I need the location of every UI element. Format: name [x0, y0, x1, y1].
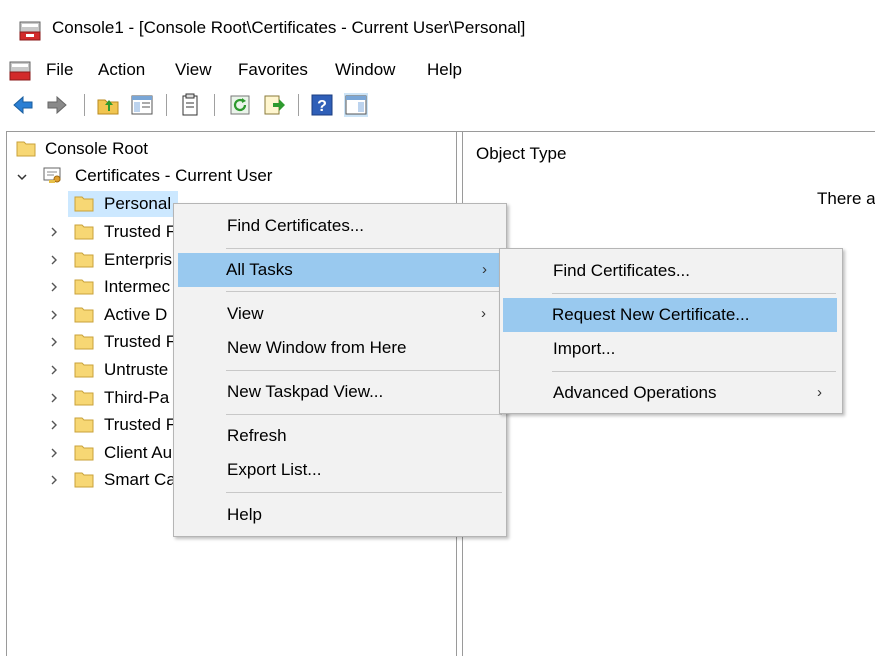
menu-favorites[interactable]: Favorites [238, 60, 308, 80]
tree-item[interactable]: Trusted F [104, 332, 176, 352]
tree-item[interactable]: Trusted F [104, 415, 176, 435]
tree-item-certificates-current-user[interactable]: Certificates - Current User [75, 166, 272, 186]
submenu-import[interactable]: Import... [501, 332, 841, 366]
tree-item-personal[interactable]: Personal [104, 194, 171, 214]
chevron-right-icon[interactable] [48, 474, 60, 486]
tree-item-console-root[interactable]: Console Root [45, 139, 148, 159]
menu-separator [226, 414, 502, 415]
menu-separator [552, 371, 836, 372]
tree-item[interactable]: Active D [104, 305, 167, 325]
menu-separator [552, 293, 836, 294]
help-icon[interactable]: ? [310, 93, 334, 117]
tree-item[interactable]: Intermec [104, 277, 170, 297]
context-menu-all-tasks[interactable]: All Tasks › [178, 253, 500, 287]
menu-file[interactable]: File [46, 60, 73, 80]
up-folder-icon[interactable] [96, 93, 120, 117]
title-bar: Console1 - [Console Root\Certificates - … [0, 0, 875, 54]
properties-icon[interactable] [178, 93, 202, 117]
menu-action[interactable]: Action [98, 60, 145, 80]
context-menu-export-list[interactable]: Export List... [175, 453, 505, 487]
refresh-icon[interactable] [228, 93, 252, 117]
window-title: Console1 - [Console Root\Certificates - … [52, 18, 526, 37]
chevron-right-icon[interactable] [48, 281, 60, 293]
folder-icon [74, 196, 94, 212]
folder-icon [16, 141, 36, 157]
folder-icon [74, 252, 94, 268]
tree-item[interactable]: Untruste [104, 360, 168, 380]
tree-pane-left-border [6, 131, 7, 656]
menu-separator [226, 248, 502, 249]
tree-item[interactable]: Third-Pa [104, 388, 169, 408]
folder-icon [74, 279, 94, 295]
folder-icon [74, 390, 94, 406]
context-menu-refresh[interactable]: Refresh [175, 419, 505, 453]
forward-icon[interactable] [45, 93, 69, 117]
chevron-right-icon[interactable] [48, 419, 60, 431]
submenu-request-new-certificate[interactable]: Request New Certificate... [503, 298, 837, 332]
tree-item[interactable]: Enterpris [104, 250, 172, 270]
toolbar-separator [298, 94, 299, 116]
chevron-right-icon[interactable] [48, 226, 60, 238]
empty-message: There a [817, 189, 875, 208]
chevron-right-icon[interactable] [48, 254, 60, 266]
back-icon[interactable] [11, 93, 35, 117]
context-menu-help[interactable]: Help [175, 498, 505, 532]
all-tasks-submenu: Find Certificates... Request New Certifi… [499, 248, 843, 414]
certificate-snapin-icon [43, 167, 61, 183]
show-hide-action-pane-icon[interactable] [344, 93, 368, 117]
chevron-right-icon[interactable] [48, 392, 60, 404]
folder-icon [74, 472, 94, 488]
folder-icon [74, 417, 94, 433]
svg-text:?: ? [317, 98, 327, 115]
folder-icon [74, 334, 94, 350]
column-header-object-type[interactable]: Object Type [476, 144, 566, 164]
menu-view[interactable]: View [175, 60, 212, 80]
context-menu-new-window[interactable]: New Window from Here [175, 331, 505, 365]
submenu-find-certificates[interactable]: Find Certificates... [501, 254, 841, 288]
folder-icon [74, 445, 94, 461]
folder-icon [74, 224, 94, 240]
context-menu-new-taskpad[interactable]: New Taskpad View... [175, 375, 505, 409]
chevron-down-icon[interactable] [16, 171, 28, 183]
folder-icon [74, 307, 94, 323]
export-list-icon[interactable] [262, 93, 286, 117]
chevron-right-icon[interactable] [48, 364, 60, 376]
folder-icon [74, 362, 94, 378]
system-menu-icon[interactable] [8, 60, 32, 82]
menu-separator [226, 291, 502, 292]
context-menu-find-certificates[interactable]: Find Certificates... [175, 209, 505, 243]
toolbar-separator [166, 94, 167, 116]
toolbar-separator [84, 94, 85, 116]
show-hide-tree-icon[interactable] [130, 93, 154, 117]
chevron-right-icon: › [817, 384, 822, 401]
chevron-right-icon[interactable] [48, 336, 60, 348]
menu-help[interactable]: Help [427, 60, 462, 80]
panes-top-border [6, 131, 875, 132]
menu-separator [226, 370, 502, 371]
tree-item[interactable]: Smart Ca [104, 470, 176, 490]
chevron-right-icon: › [481, 305, 486, 322]
chevron-right-icon: › [482, 261, 487, 278]
context-menu-view[interactable]: View › [175, 297, 505, 331]
toolbar-separator [214, 94, 215, 116]
menu-window[interactable]: Window [335, 60, 395, 80]
mmc-console-icon [19, 21, 41, 41]
menu-separator [226, 492, 502, 493]
chevron-right-icon[interactable] [48, 309, 60, 321]
chevron-right-icon[interactable] [48, 447, 60, 459]
tree-item[interactable]: Trusted F [104, 222, 176, 242]
submenu-advanced-operations[interactable]: Advanced Operations › [501, 376, 841, 410]
context-menu: Find Certificates... All Tasks › View › … [173, 203, 507, 537]
tree-item[interactable]: Client Au [104, 443, 172, 463]
